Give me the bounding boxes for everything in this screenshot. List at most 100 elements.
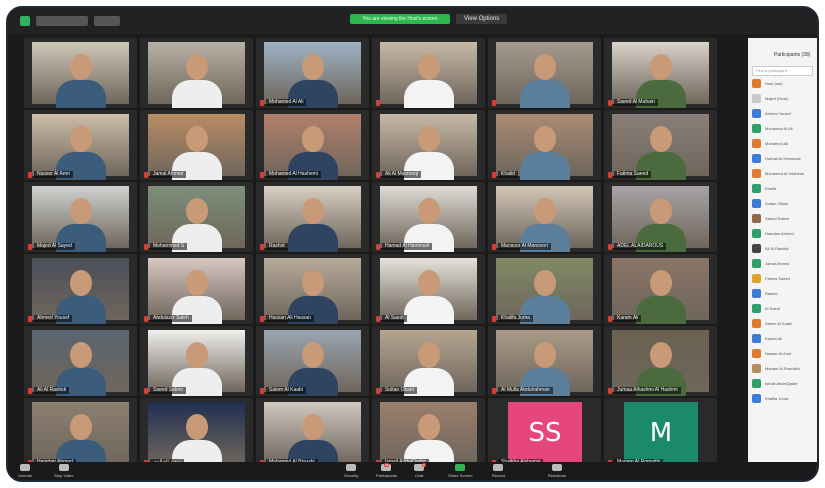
participant-search-input[interactable]: Find a participant: [752, 66, 813, 76]
person-head: [70, 126, 92, 152]
participant-tile[interactable]: [372, 38, 485, 108]
participant-list-item[interactable]: Mariam Al Romaithi: [752, 361, 817, 376]
participant-list: Host (me) Majed (Host) Ahmed Yousef Mohamed…: [748, 76, 817, 406]
participant-list-item[interactable]: Ali Al Rashidi: [752, 241, 817, 256]
participant-list-item[interactable]: Mohamed Ali: [752, 136, 817, 151]
video-feed: [148, 330, 245, 396]
participant-tile[interactable]: Hassan Ali Hassan: [256, 254, 369, 324]
participant-tile[interactable]: Mansoor Al Mansoori: [488, 182, 601, 252]
video-feed: [380, 114, 477, 180]
participant-list-name: Jamal Ahmed: [765, 261, 790, 266]
participant-list-item[interactable]: Salem Al Kaabi: [752, 316, 817, 331]
participant-name: Hamad Al Hammadi: [382, 243, 433, 250]
stop-video-button[interactable]: Stop Video: [54, 464, 74, 478]
video-feed: [612, 42, 709, 108]
participant-list-item[interactable]: Hamdan Ahmed: [752, 226, 817, 241]
participant-tile[interactable]: Saeed Salem: [140, 326, 253, 396]
chat-button[interactable]: Chat 8: [414, 463, 426, 478]
participant-list-item[interactable]: Hamad Al Hammadi: [752, 151, 817, 166]
participant-tile[interactable]: [488, 38, 601, 108]
participant-tile[interactable]: Karam Ali: [604, 254, 717, 324]
participant-tile[interactable]: ADEL ALAIDAROUS: [604, 182, 717, 252]
participant-tile[interactable]: Jumaa Alhashmi Al Hashmi: [604, 326, 717, 396]
avatar: [752, 349, 761, 358]
participant-list-item[interactable]: Saeed Salem: [752, 211, 817, 226]
participant-list-item[interactable]: Al Saedi: [752, 301, 817, 316]
muted-mic-icon: [376, 244, 380, 250]
participant-tile[interactable]: [24, 38, 137, 108]
participant-tile[interactable]: Mohamed Al Bloushi: [256, 398, 369, 468]
participant-name: ADEL ALAIDAROUS: [614, 243, 667, 250]
participant-tile[interactable]: Khalifa Juma: [488, 254, 601, 324]
participant-list-item[interactable]: Mohamed Al Hashemi: [752, 166, 817, 181]
participant-list-item[interactable]: Fatima Saeed: [752, 271, 817, 286]
person-head: [70, 54, 92, 80]
person-body: [288, 224, 338, 252]
participant-tile[interactable]: Mohamed Al Ali: [256, 38, 369, 108]
participant-tile[interactable]: Ismail AbdelQader: [372, 398, 485, 468]
participant-tile[interactable]: Nasser Al Amri: [24, 110, 137, 180]
participant-name: Ahmed Yousef: [34, 315, 73, 322]
participant-tile[interactable]: Abdulaziz Saleh: [140, 254, 253, 324]
participant-tile[interactable]: Majed Al Sayed: [24, 182, 137, 252]
participant-list-name: Majed (Host): [765, 96, 788, 101]
participant-list-item[interactable]: Ismail AbdelQader: [752, 376, 817, 391]
participant-tile[interactable]: Ahmed Yousef: [24, 254, 137, 324]
participant-tile[interactable]: Khalid: [488, 110, 601, 180]
participant-list-item[interactable]: Khalifa Juma: [752, 391, 817, 406]
participant-tile[interactable]: سعيد الخالدي: [140, 398, 253, 468]
window-control[interactable]: [94, 16, 120, 26]
participant-tile[interactable]: Saeed Al Muhairi: [604, 38, 717, 108]
record-button[interactable]: Record: [492, 464, 505, 478]
participant-tile[interactable]: Salem Al Kaabi: [256, 326, 369, 396]
muted-mic-icon: [144, 316, 148, 322]
participant-list-item[interactable]: Khalid: [752, 181, 817, 196]
reactions-button[interactable]: Reactions: [548, 464, 566, 478]
participant-list-name: Ahmed Yousef: [765, 111, 791, 116]
video-feed: [264, 258, 361, 324]
participant-tile[interactable]: Hamdan Ahmed: [24, 398, 137, 468]
participant-list-item[interactable]: Rashid: [752, 286, 817, 301]
participant-tile[interactable]: Hamad Al Hammadi: [372, 182, 485, 252]
zoom-window: You are viewing the Host's screen View O…: [6, 6, 819, 482]
video-feed: [32, 402, 129, 468]
video-feed: [32, 186, 129, 252]
muted-mic-icon: [144, 244, 148, 250]
participant-name: Karam Ali: [614, 315, 642, 322]
security-label: Security: [344, 473, 359, 478]
participant-tile[interactable]: Mohammed S: [140, 182, 253, 252]
participant-list-item[interactable]: Majed (Host): [752, 91, 817, 106]
participant-list-item[interactable]: Mohamed Al Ali: [752, 121, 817, 136]
participant-tile[interactable]: Jamal Ahmed: [140, 110, 253, 180]
participant-list-item[interactable]: Karam Ali: [752, 331, 817, 346]
participant-list-item[interactable]: Jamal Ahmed: [752, 256, 817, 271]
participant-tile[interactable]: Rashid: [256, 182, 369, 252]
participant-list-item[interactable]: Sultan Obaid: [752, 196, 817, 211]
video-feed: [380, 258, 477, 324]
participant-list-name: Mohamed Ali: [765, 141, 789, 146]
participant-tile[interactable]: Sultan Obaid: [372, 326, 485, 396]
person-head: [650, 198, 672, 224]
participant-list-item[interactable]: Nasser Al Amri: [752, 346, 817, 361]
participant-tile[interactable]: [140, 38, 253, 108]
participant-tile[interactable]: Ali Al Rashidi: [24, 326, 137, 396]
person-head: [418, 126, 440, 152]
participant-list-name: Ismail AbdelQader: [765, 381, 798, 386]
participant-tile[interactable]: Mohamed Al Hashemi: [256, 110, 369, 180]
share-screen-button[interactable]: Share Screen: [448, 464, 472, 478]
participant-tile[interactable]: MMariam Al Romaithi: [604, 398, 717, 468]
participant-tile[interactable]: Fatima Saeed: [604, 110, 717, 180]
participant-tile[interactable]: Ali Al Marzooqi: [372, 110, 485, 180]
participant-tile[interactable]: SSShaikha Alshamsi: [488, 398, 601, 468]
participant-list-item[interactable]: Host (me): [752, 76, 817, 91]
avatar: [752, 214, 761, 223]
unmute-button[interactable]: Unmute: [18, 464, 32, 478]
participant-tile[interactable]: Al Mulla Abdulrahman: [488, 326, 601, 396]
participant-list-item[interactable]: Ahmed Yousef: [752, 106, 817, 121]
security-button[interactable]: Security: [344, 464, 358, 478]
participant-tile[interactable]: Al Saedi: [372, 254, 485, 324]
participants-button[interactable]: Participants 38: [376, 463, 397, 478]
view-options-button[interactable]: View Options: [456, 14, 508, 24]
record-label: Record: [492, 473, 505, 478]
person-body: [404, 80, 454, 108]
